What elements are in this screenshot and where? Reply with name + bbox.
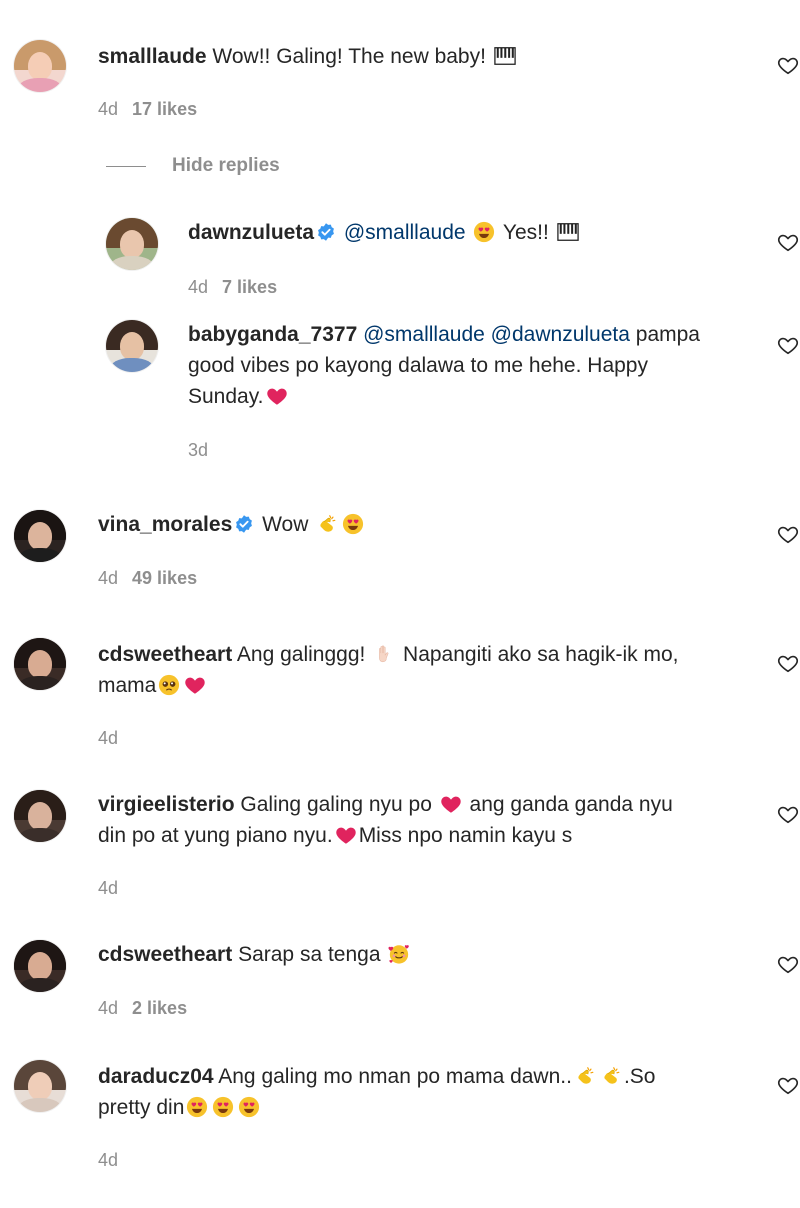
heart-eyes-emoji-icon: [212, 1096, 234, 1118]
heart-eyes-emoji-icon: [186, 1096, 208, 1118]
comment-time[interactable]: 4d: [98, 728, 118, 748]
clapping-emoji-icon: [316, 513, 338, 535]
comment-text: Sunday.: [188, 385, 264, 408]
divider: [106, 165, 146, 167]
avatar[interactable]: [106, 320, 158, 372]
comment-text: Ang galinggg!: [236, 643, 372, 666]
red-heart-emoji-icon: [184, 674, 206, 696]
comment-text: mama: [98, 674, 157, 697]
heart-outline-icon[interactable]: [777, 652, 799, 674]
username[interactable]: daraducz04: [98, 1065, 214, 1088]
comment-text: Sarap sa tenga: [238, 943, 387, 966]
comment-text: pampa: [635, 323, 700, 346]
clapping-emoji-icon: [600, 1065, 622, 1087]
username[interactable]: cdsweetheart: [98, 643, 232, 666]
verified-badge-icon: [316, 222, 336, 242]
red-heart-emoji-icon: [440, 793, 462, 815]
likes-count[interactable]: 17 likes: [132, 99, 197, 119]
avatar[interactable]: [14, 510, 66, 562]
comment-text: Miss npo namin kayu s: [358, 824, 573, 847]
heart-outline-icon[interactable]: [777, 54, 799, 76]
username[interactable]: vina_morales: [98, 513, 232, 536]
avatar[interactable]: [14, 40, 66, 92]
heart-outline-icon[interactable]: [777, 803, 799, 825]
comment-time[interactable]: 4d: [98, 99, 118, 119]
comment-text: Wow: [262, 513, 315, 536]
mention-link[interactable]: @dawnzulueta: [491, 323, 630, 346]
comment-text: Galing galing nyu po: [240, 793, 438, 816]
piano-icon: [494, 45, 516, 67]
comment-text: Ang galing mo nman po mama dawn..: [218, 1065, 572, 1088]
comment-time[interactable]: 4d: [98, 1150, 118, 1170]
piano-icon: [557, 221, 579, 243]
likes-count[interactable]: 49 likes: [132, 568, 197, 588]
likes-count[interactable]: 2 likes: [132, 998, 187, 1018]
avatar[interactable]: [106, 218, 158, 270]
red-heart-emoji-icon: [266, 385, 288, 407]
heart-outline-icon[interactable]: [777, 231, 799, 253]
avatar[interactable]: [14, 638, 66, 690]
comment-text: Napangiti ako sa hagik-ik mo,: [397, 643, 679, 666]
comment-text: good vibes po kayong dalawa to me hehe. …: [188, 354, 648, 377]
username[interactable]: virgieelisterio: [98, 793, 235, 816]
verified-badge-icon: [234, 514, 254, 534]
clapping-emoji-icon: [574, 1065, 596, 1087]
comment-text: din po at yung piano nyu.: [98, 824, 333, 847]
username[interactable]: dawnzulueta: [188, 221, 314, 244]
heart-outline-icon[interactable]: [777, 523, 799, 545]
comment-text: Wow!! Galing! The new baby!: [212, 45, 492, 68]
heart-eyes-emoji-icon: [342, 513, 364, 535]
comment-time[interactable]: 4d: [98, 998, 118, 1018]
comment-time[interactable]: 4d: [98, 878, 118, 898]
heart-eyes-emoji-icon: [238, 1096, 260, 1118]
avatar[interactable]: [14, 940, 66, 992]
comment-time[interactable]: 4d: [188, 277, 208, 297]
smiling-face-with-hearts-emoji-icon: [388, 943, 410, 965]
comment-time[interactable]: 4d: [98, 568, 118, 588]
hide-replies-button[interactable]: Hide replies: [106, 152, 280, 180]
raised-hand-emoji-icon: [373, 643, 395, 665]
username[interactable]: babyganda_7377: [188, 323, 357, 346]
hide-replies-label: Hide replies: [172, 155, 280, 176]
heart-outline-icon[interactable]: [777, 953, 799, 975]
heart-outline-icon[interactable]: [777, 1074, 799, 1096]
mention-link[interactable]: @smalllaude: [344, 221, 466, 244]
avatar[interactable]: [14, 790, 66, 842]
comment-text: Yes!!: [502, 221, 555, 244]
comment-text: pretty din: [98, 1096, 185, 1119]
heart-eyes-emoji-icon: [473, 221, 495, 243]
comment-text: ang ganda ganda nyu: [463, 793, 673, 816]
comment-text: .So: [623, 1065, 656, 1088]
comment-time[interactable]: 3d: [188, 440, 208, 460]
username[interactable]: smalllaude: [98, 45, 207, 68]
red-heart-emoji-icon: [335, 824, 357, 846]
likes-count[interactable]: 7 likes: [222, 277, 277, 297]
username[interactable]: cdsweetheart: [98, 943, 232, 966]
pleading-face-emoji-icon: [158, 674, 180, 696]
mention-link[interactable]: @smalllaude: [363, 323, 485, 346]
avatar[interactable]: [14, 1060, 66, 1112]
heart-outline-icon[interactable]: [777, 334, 799, 356]
